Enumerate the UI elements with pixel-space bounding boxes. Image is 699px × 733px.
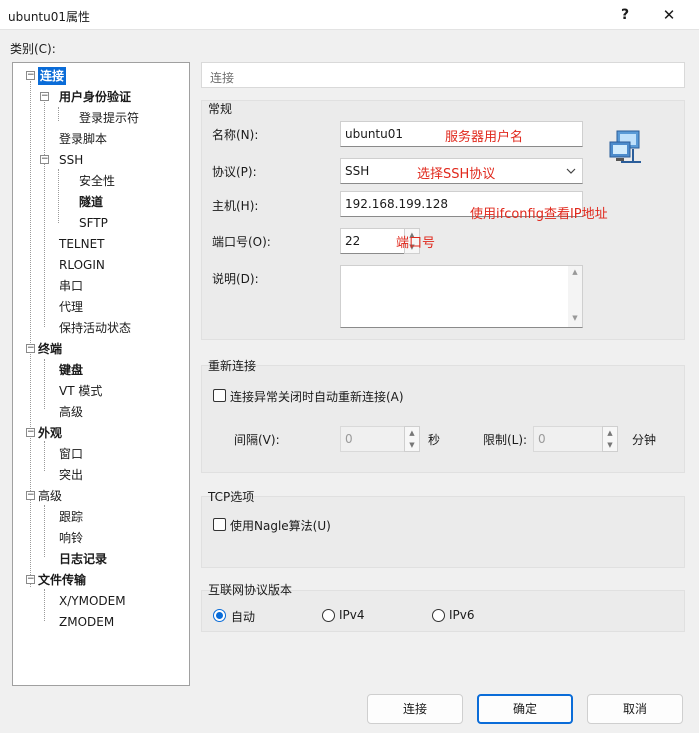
ok-button[interactable]: 确定 [477, 694, 573, 724]
limit-spinner[interactable]: ▲ ▼ [602, 426, 618, 452]
reconnect-group-title: 重新连接 [208, 359, 257, 373]
collapse-icon[interactable]: − [26, 491, 35, 500]
description-scrollbar[interactable]: ▲ ▼ [568, 266, 582, 327]
host-annotation: 使用ifconfig查看IP地址 [470, 207, 608, 222]
name-label: 名称(N): [212, 128, 259, 142]
category-tree[interactable]: − − − − − − − 连接 用户身份验证 登录提示符 登录脚本 SSH 安… [12, 62, 190, 686]
protocol-label: 协议(P): [212, 165, 257, 179]
collapse-icon[interactable]: − [26, 344, 35, 353]
tree-item-highlight[interactable]: 突出 [59, 466, 83, 484]
tree-item-zmodem[interactable]: ZMODEM [59, 613, 114, 631]
breadcrumb: 连接 [201, 62, 685, 88]
tree-connector [44, 359, 45, 409]
description-field[interactable] [340, 265, 583, 328]
ipv4-label: IPv4 [339, 608, 365, 622]
breadcrumb-text: 连接 [210, 71, 235, 85]
nagle-label: 使用Nagle算法(U) [230, 519, 331, 533]
tcp-options-group-title: TCP选项 [208, 490, 255, 504]
scroll-down-icon[interactable]: ▼ [568, 314, 582, 322]
tree-item-window[interactable]: 窗口 [59, 445, 83, 463]
ipv4-radio[interactable] [322, 609, 335, 622]
nagle-checkbox[interactable] [213, 518, 226, 531]
tree-item-rlogin[interactable]: RLOGIN [59, 256, 105, 274]
tree-item-proxy[interactable]: 代理 [59, 298, 83, 316]
tree-item-terminal[interactable]: 终端 [38, 340, 62, 358]
limit-unit: 分钟 [632, 433, 657, 447]
help-button[interactable]: ? [612, 4, 638, 26]
limit-field[interactable]: 0 [533, 426, 603, 452]
tree-connector [30, 81, 31, 587]
tree-item-sftp[interactable]: SFTP [79, 214, 108, 232]
tree-connector [44, 97, 45, 327]
tree-item-terminal-advanced[interactable]: 高级 [59, 403, 83, 421]
ipv6-radio[interactable] [432, 609, 445, 622]
host-label: 主机(H): [212, 199, 259, 213]
tree-item-user-auth[interactable]: 用户身份验证 [59, 88, 131, 106]
collapse-icon[interactable]: − [26, 71, 35, 80]
tree-item-login-prompts[interactable]: 登录提示符 [79, 109, 139, 127]
port-annotation: 端口号 [396, 236, 436, 251]
title-bar: ubuntu01属性 ? ✕ [0, 0, 699, 30]
tree-connector [58, 107, 59, 121]
port-label: 端口号(O): [212, 235, 271, 249]
tree-item-login-script[interactable]: 登录脚本 [59, 130, 107, 148]
tree-connector [44, 505, 45, 557]
protocol-annotation: 选择SSH协议 [417, 167, 496, 182]
spin-up-icon[interactable]: ▲ [405, 427, 419, 439]
interval-unit: 秒 [428, 433, 441, 447]
spin-down-icon[interactable]: ▼ [603, 439, 617, 451]
general-group-title: 常规 [208, 102, 233, 116]
protocol-value: SSH [345, 164, 370, 178]
tree-item-trace[interactable]: 跟踪 [59, 508, 83, 526]
interval-label: 间隔(V): [234, 433, 280, 447]
collapse-icon[interactable]: − [40, 155, 49, 164]
tree-item-file-transfer[interactable]: 文件传输 [38, 571, 86, 589]
ipv6-label: IPv6 [449, 608, 475, 622]
auto-reconnect-label: 连接异常关闭时自动重新连接(A) [230, 390, 404, 404]
cancel-button[interactable]: 取消 [587, 694, 683, 724]
tree-item-keepalive[interactable]: 保持活动状态 [59, 319, 131, 337]
limit-label: 限制(L): [483, 433, 528, 447]
tree-item-ssh[interactable]: SSH [59, 151, 83, 169]
close-button[interactable]: ✕ [656, 4, 682, 26]
ip-auto-radio[interactable] [213, 609, 226, 622]
ip-auto-label: 自动 [231, 610, 256, 624]
collapse-icon[interactable]: − [26, 428, 35, 437]
description-label: 说明(D): [212, 272, 259, 286]
reconnect-group [201, 365, 685, 473]
tree-item-telnet[interactable]: TELNET [59, 235, 105, 253]
interval-field[interactable]: 0 [340, 426, 405, 452]
tree-connector [44, 589, 45, 621]
tree-item-tunnel[interactable]: 隧道 [79, 193, 103, 211]
tree-item-keyboard[interactable]: 键盘 [59, 361, 83, 379]
network-computer-icon [609, 130, 641, 163]
tree-connector [44, 441, 45, 471]
spin-down-icon[interactable]: ▼ [405, 439, 419, 451]
connect-button[interactable]: 连接 [367, 694, 463, 724]
tree-item-xymodem[interactable]: X/YMODEM [59, 592, 126, 610]
collapse-icon[interactable]: − [40, 92, 49, 101]
tree-item-appearance[interactable]: 外观 [38, 424, 62, 442]
chevron-down-icon [566, 168, 576, 174]
scroll-up-icon[interactable]: ▲ [568, 268, 582, 276]
tree-item-vt-mode[interactable]: VT 模式 [59, 382, 102, 400]
window-title: ubuntu01属性 [8, 10, 91, 24]
interval-spinner[interactable]: ▲ ▼ [404, 426, 420, 452]
ip-version-group-title: 互联网协议版本 [208, 583, 293, 597]
tree-item-logging[interactable]: 日志记录 [59, 550, 107, 568]
tree-item-advanced[interactable]: 高级 [38, 487, 62, 505]
auto-reconnect-checkbox[interactable] [213, 389, 226, 402]
tree-item-serial[interactable]: 串口 [59, 277, 83, 295]
name-annotation: 服务器用户名 [445, 130, 524, 145]
spin-up-icon[interactable]: ▲ [603, 427, 617, 439]
tree-item-connection[interactable]: 连接 [38, 67, 67, 85]
tree-item-security[interactable]: 安全性 [79, 172, 115, 190]
category-label: 类别(C): [10, 42, 56, 56]
collapse-icon[interactable]: − [26, 575, 35, 584]
tree-connector [58, 169, 59, 223]
tree-item-bell[interactable]: 响铃 [59, 529, 83, 547]
